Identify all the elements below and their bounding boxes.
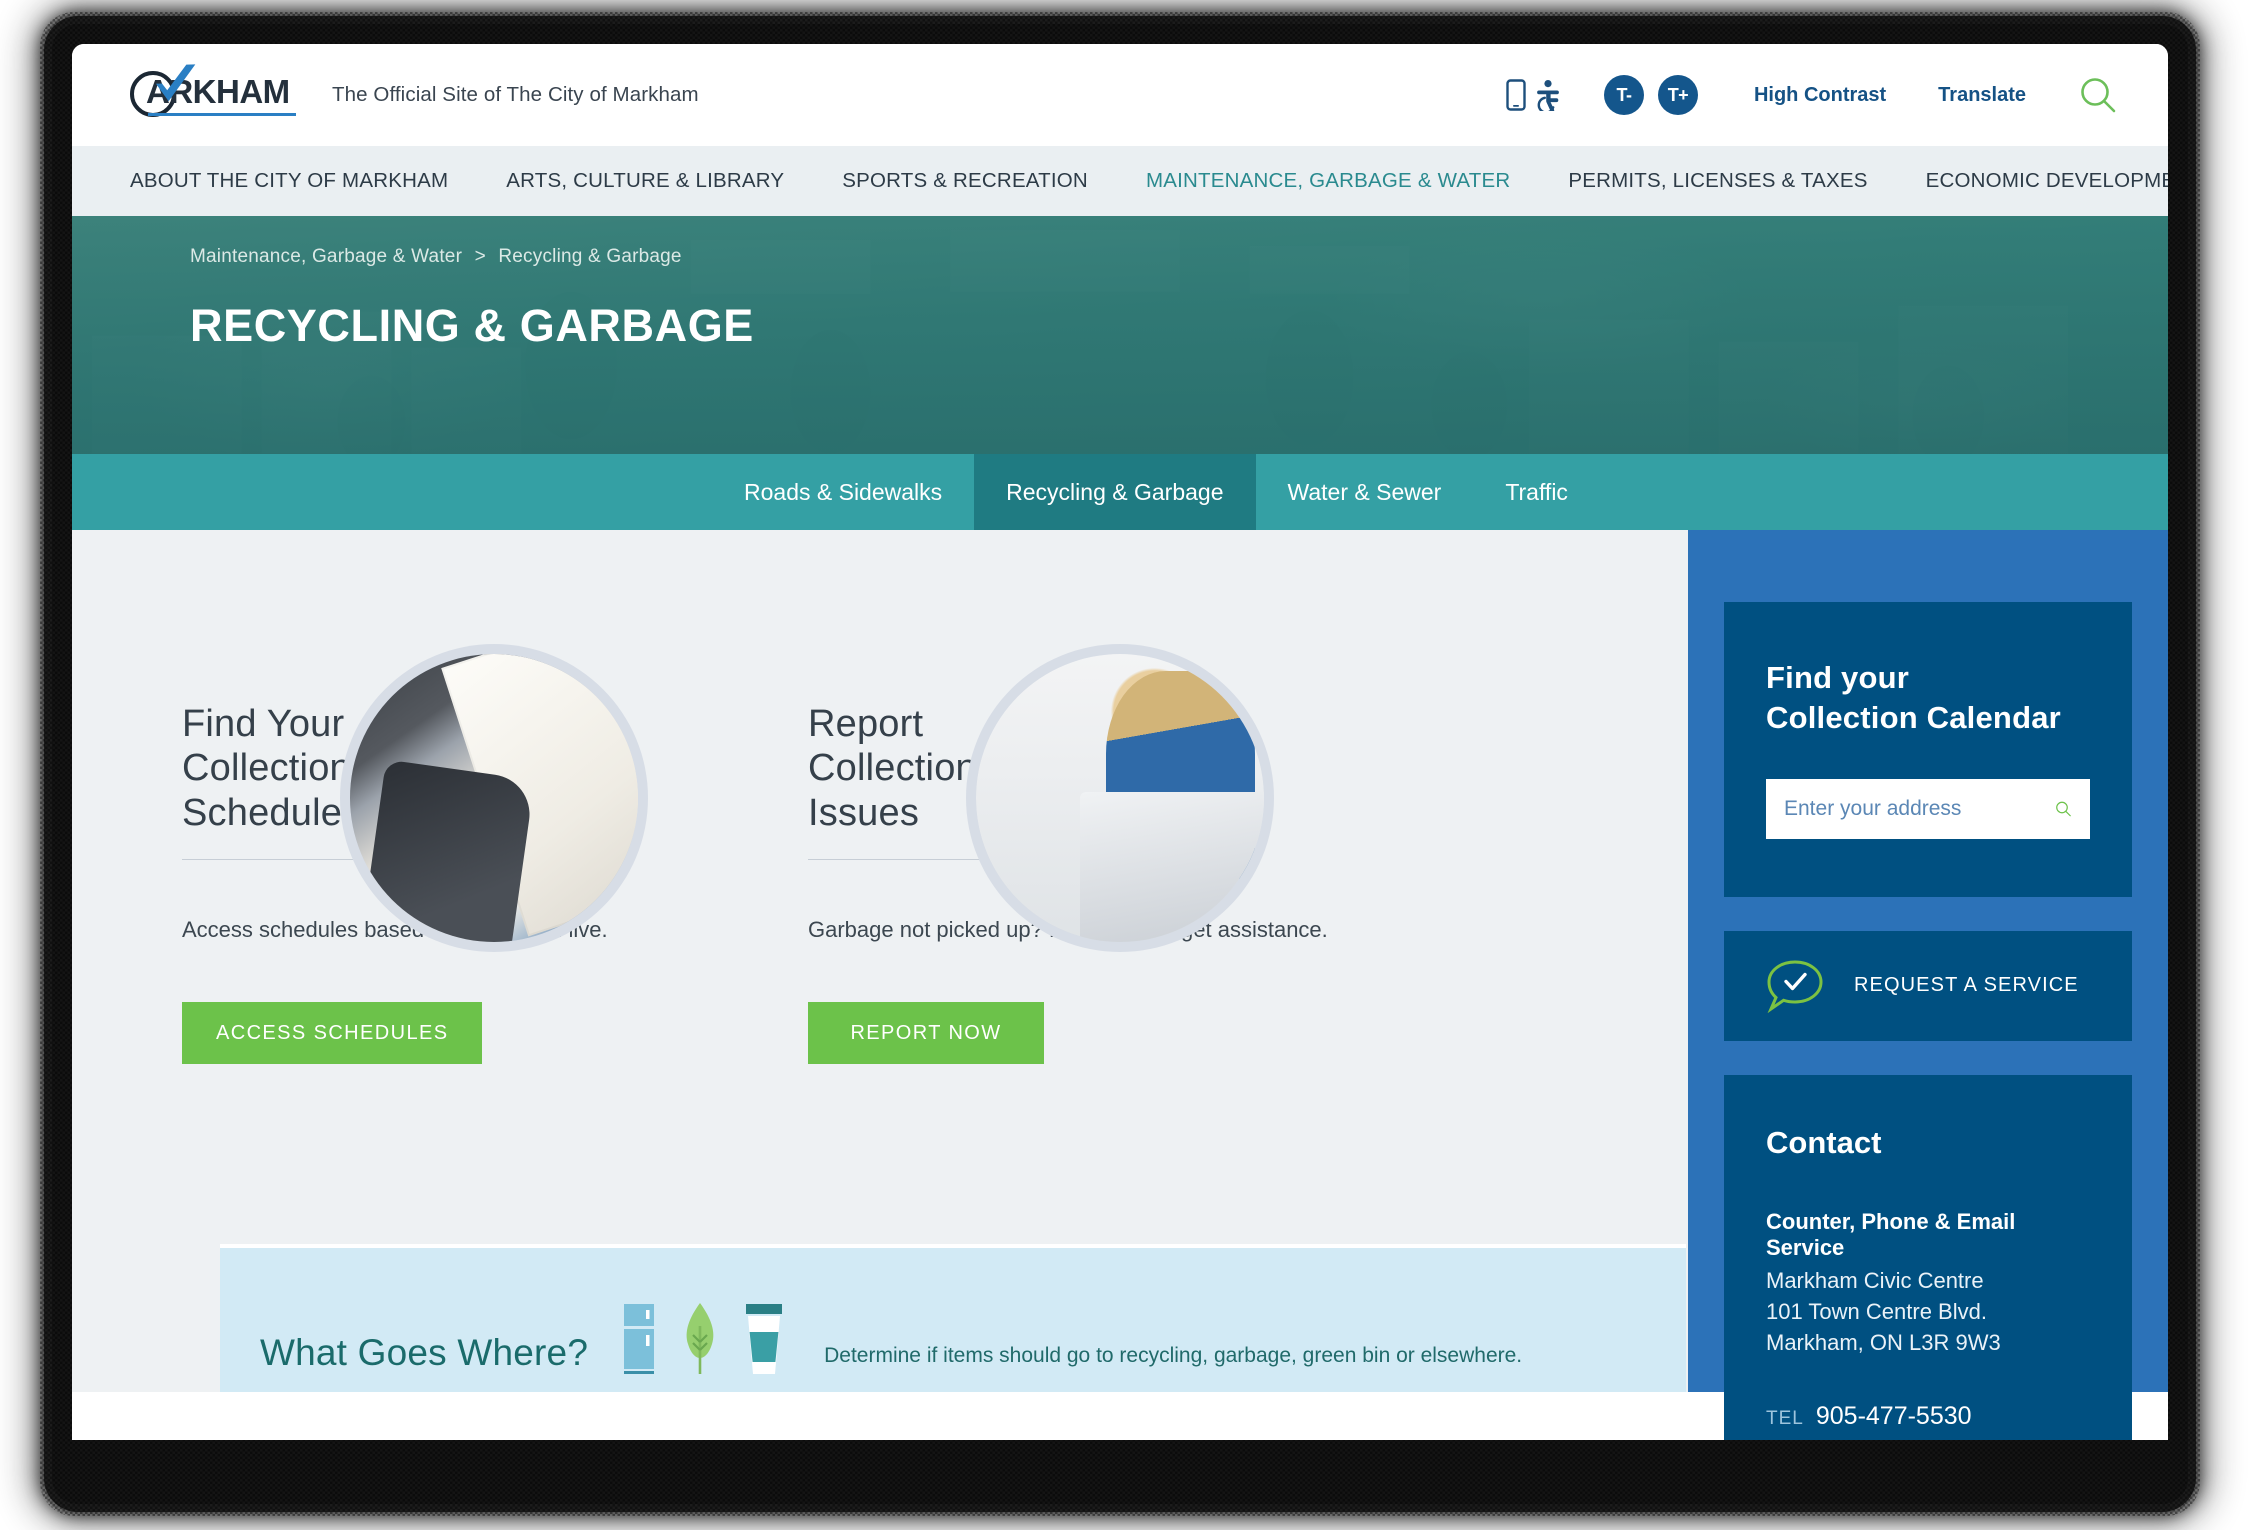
page-title: RECYCLING & GARBAGE: [190, 300, 754, 351]
chat-check-icon: [1767, 960, 1823, 1013]
accessibility-icon[interactable]: [1534, 79, 1564, 111]
site-brand[interactable]: ARKHAM The Official Site of The City of …: [130, 64, 699, 121]
nav-item-about[interactable]: ABOUT THE CITY OF MARKHAM: [130, 169, 448, 193]
address-input[interactable]: [1784, 796, 2055, 821]
text-decrease-button[interactable]: T-: [1603, 75, 1644, 115]
nav-item-arts[interactable]: ARTS, CULTURE & LIBRARY: [506, 169, 784, 193]
text-size-controls: T- T+: [1603, 75, 1698, 115]
sidebar: Find your Collection Calendar Enter your…: [1688, 530, 2168, 1440]
tab-water-sewer[interactable]: Water & Sewer: [1256, 454, 1474, 530]
collection-calendar-title-line1: Find your: [1766, 660, 1910, 695]
fridge-icon: [624, 1304, 655, 1374]
main-content: Find Your Collection Schedule Access sch…: [72, 530, 1688, 1392]
request-a-service-label: REQUEST A SERVICE: [1854, 974, 2079, 997]
search-icon[interactable]: [2078, 75, 2118, 115]
access-schedules-button[interactable]: ACCESS SCHEDULES: [182, 1002, 483, 1065]
what-goes-where-title: What Goes Where?: [260, 1332, 589, 1373]
breadcrumb: Maintenance, Garbage & Water > Recycling…: [190, 246, 2168, 268]
utility-bar: ARKHAM The Official Site of The City of …: [72, 44, 2168, 146]
contact-tel-label: TEL: [1766, 1408, 1804, 1430]
woman-laptop-photo: [976, 654, 1264, 942]
address-search-icon[interactable]: [2055, 792, 2072, 826]
collection-calendar-title: Find your Collection Calendar: [1766, 658, 2090, 739]
address-search-field[interactable]: [1766, 778, 2090, 839]
nav-item-permits[interactable]: PERMITS, LICENSES & TAXES: [1568, 169, 1867, 193]
tab-traffic[interactable]: Traffic: [1473, 454, 1600, 530]
contact-telephone: TEL 905-477-5530: [1766, 1402, 2090, 1431]
browser-page: ARKHAM The Official Site of The City of …: [72, 44, 2168, 1440]
request-a-service-button[interactable]: REQUEST A SERVICE: [1724, 930, 2132, 1041]
nav-item-sports[interactable]: SPORTS & RECREATION: [842, 169, 1088, 193]
breadcrumb-separator: >: [474, 246, 486, 267]
contact-address-line-1: Markham Civic Centre: [1766, 1267, 1984, 1293]
site-tagline: The Official Site of The City of Markham: [332, 83, 699, 106]
markham-logo[interactable]: ARKHAM: [130, 64, 310, 121]
logo-underline: [148, 113, 296, 116]
screenshot-root: ARKHAM The Official Site of The City of …: [0, 0, 2258, 1530]
what-goes-where-subtitle: Determine if items should go to recyclin…: [824, 1344, 1523, 1367]
collection-calendar-title-line2: Collection Calendar: [1766, 700, 2061, 736]
contact-address-line-3: Markham, ON L3R 9W3: [1766, 1330, 2001, 1356]
main-navigation: ABOUT THE CITY OF MARKHAM ARTS, CULTURE …: [72, 146, 2168, 216]
page-body: Find Your Collection Schedule Access sch…: [72, 530, 2168, 1440]
contact-service-name: Counter, Phone & Email Service: [1766, 1208, 2016, 1260]
accessibility-icons: [1506, 79, 1564, 111]
nav-item-maintenance[interactable]: MAINTENANCE, GARBAGE & WATER: [1146, 169, 1510, 193]
logo-checkmark-icon: [155, 64, 196, 102]
translate-link[interactable]: Translate: [1938, 84, 2026, 107]
text-increase-button[interactable]: T+: [1657, 75, 1698, 115]
feature-cards: Find Your Collection Schedule Access sch…: [72, 530, 1688, 1065]
section-tabs: Roads & Sidewalks Recycling & Garbage Wa…: [72, 454, 2168, 530]
mobile-icon[interactable]: [1506, 79, 1526, 111]
card-report-collection-issues: Report Collection Issues Garbage not pic…: [808, 654, 1328, 1065]
woman-laptop-photo-art: [976, 654, 1264, 942]
utility-actions: T- T+ High Contrast Translate: [1506, 75, 2122, 115]
calendar-hands-photo: [350, 654, 638, 942]
nav-item-economic[interactable]: ECONOMIC DEVELOPMENT & BUSINESS: [1926, 169, 2168, 193]
breadcrumb-parent[interactable]: Maintenance, Garbage & Water: [190, 246, 462, 267]
report-now-button[interactable]: REPORT NOW: [808, 1002, 1044, 1065]
what-goes-where-banner[interactable]: What Goes Where? Determine if items shou…: [220, 1244, 1686, 1392]
panel-contact: Contact Counter, Phone & Email Service M…: [1724, 1074, 2132, 1440]
card-find-collection-schedule: Find Your Collection Schedule Access sch…: [182, 654, 702, 1065]
coffee-cup-icon: [746, 1304, 783, 1374]
contact-heading: Contact: [1766, 1124, 1882, 1160]
breadcrumb-current[interactable]: Recycling & Garbage: [498, 246, 681, 267]
contact-address-line-2: 101 Town Centre Blvd.: [1766, 1298, 1987, 1324]
what-goes-where-icons: [622, 1302, 784, 1374]
contact-tel-number[interactable]: 905-477-5530: [1816, 1402, 1972, 1431]
panel-find-collection-calendar: Find your Collection Calendar: [1724, 602, 2132, 897]
hero-content: Maintenance, Garbage & Water > Recycling…: [72, 216, 2168, 352]
hero-banner: Maintenance, Garbage & Water > Recycling…: [72, 216, 2168, 454]
tab-roads-sidewalks[interactable]: Roads & Sidewalks: [712, 454, 974, 530]
calendar-photo-art: [350, 654, 638, 942]
high-contrast-link[interactable]: High Contrast: [1754, 84, 1886, 107]
tab-recycling-garbage[interactable]: Recycling & Garbage: [974, 454, 1256, 530]
leaf-icon: [686, 1303, 714, 1374]
